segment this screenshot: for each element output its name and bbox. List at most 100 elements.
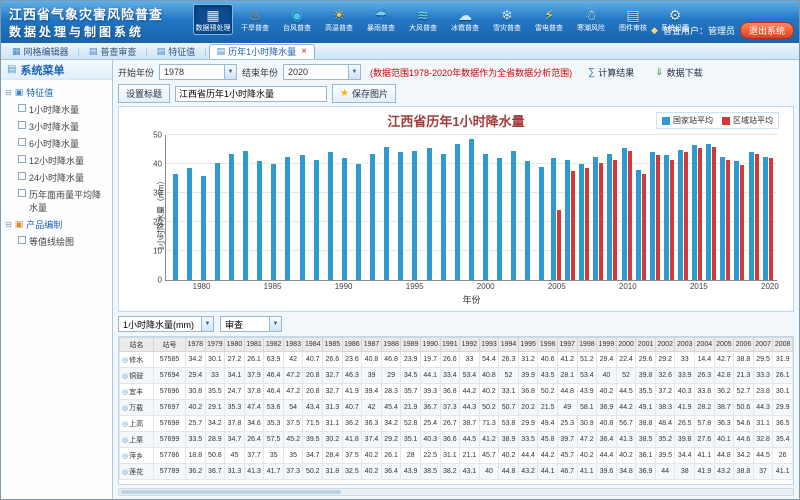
column-header[interactable]: 1988: [381, 338, 401, 352]
station-id-cell: 57786: [154, 448, 186, 464]
toolbar-item-map-review[interactable]: ▤图件审核: [613, 4, 653, 35]
set-title-button[interactable]: 设置标题: [118, 84, 170, 103]
column-header[interactable]: 1987: [362, 338, 382, 352]
toolbar-item-heat-survey[interactable]: ☀高温普查: [319, 4, 359, 35]
table-row-57585[interactable]: ◎修水5758534.230.127.226.163.94240.726.623…: [120, 352, 793, 368]
column-header[interactable]: 2004: [695, 338, 715, 352]
toolbar-item-lightning-survey[interactable]: ⚡雷电普查: [529, 4, 569, 35]
column-header[interactable]: 2002: [655, 338, 675, 352]
checkbox[interactable]: [18, 104, 26, 112]
value-cell: 36.3: [714, 416, 734, 432]
tab-1[interactable]: ▦网格编辑器: [5, 44, 76, 59]
end-year-select[interactable]: 2020 ▼: [283, 64, 361, 80]
column-header[interactable]: 1992: [460, 338, 480, 352]
toolbar-item-typhoon-survey[interactable]: ◉台风普查: [277, 4, 317, 35]
table-row-57694[interactable]: ◎铜鼓5769429.43334.137.946.447.220.832.746…: [120, 368, 793, 384]
tab-close-icon[interactable]: ×: [301, 46, 307, 57]
tree-item[interactable]: 等值线绘图: [3, 233, 110, 250]
chart-title-input[interactable]: [175, 86, 327, 102]
tree-item[interactable]: 24小时降水量: [3, 169, 110, 186]
scrollbar-thumb[interactable]: [121, 490, 341, 494]
review-filter-select[interactable]: 审查 ▼: [220, 316, 282, 332]
table-row-57698[interactable]: ◎上高5769825.734.237.834.635.337.571.531.1…: [120, 416, 793, 432]
column-header[interactable]: 1978: [186, 338, 206, 352]
column-header[interactable]: 站名: [120, 338, 154, 352]
tab-3[interactable]: ▤特征值: [150, 44, 203, 59]
checkbox[interactable]: [18, 236, 26, 244]
toolbar-item-data-preprocess[interactable]: ▦数据预处理: [193, 4, 233, 35]
checkbox[interactable]: [18, 138, 26, 146]
column-header[interactable]: 站号: [154, 338, 186, 352]
checkbox[interactable]: [18, 189, 26, 197]
column-header[interactable]: 1982: [264, 338, 284, 352]
column-header[interactable]: 2001: [636, 338, 656, 352]
column-header[interactable]: 1998: [577, 338, 597, 352]
checkbox[interactable]: [18, 172, 26, 180]
table-row-57699[interactable]: ◎上栗5769933.528.934.726.457.545.239.530.2…: [120, 432, 793, 448]
tree-item[interactable]: 3小时降水量: [3, 118, 110, 135]
column-header[interactable]: 1994: [499, 338, 519, 352]
column-header[interactable]: 2005: [714, 338, 734, 352]
column-header[interactable]: 2007: [753, 338, 773, 352]
tree-group-2[interactable]: ⊟▣产品编制: [3, 216, 110, 233]
column-header[interactable]: 1980: [225, 338, 245, 352]
tree-item[interactable]: 1小时降水量: [3, 101, 110, 118]
column-header[interactable]: 1981: [244, 338, 264, 352]
column-header[interactable]: 1990: [420, 338, 440, 352]
x-tick-label: 1985: [264, 282, 282, 291]
value-cell: 38.5: [636, 432, 656, 448]
column-header[interactable]: 1984: [303, 338, 323, 352]
chevron-down-icon[interactable]: ▼: [201, 317, 213, 331]
column-header[interactable]: 1995: [518, 338, 538, 352]
value-cell: 41.1: [695, 448, 715, 464]
table-row-57696[interactable]: ◎宜丰5769630.835.524.737.846.447.220.832.7…: [120, 384, 793, 400]
tree-group-1[interactable]: ⊟▣特征值: [3, 84, 110, 101]
start-year-select[interactable]: 1978 ▼: [159, 64, 237, 80]
column-header[interactable]: 1983: [283, 338, 303, 352]
tree-item[interactable]: 12小时降水量: [3, 152, 110, 169]
toolbar-item-cold-wave-survey[interactable]: ☃寒潮风险: [571, 4, 611, 35]
column-header[interactable]: 2000: [616, 338, 636, 352]
column-header[interactable]: 1989: [401, 338, 421, 352]
save-image-button[interactable]: ★ 保存图片: [332, 84, 396, 103]
column-header[interactable]: 1999: [597, 338, 617, 352]
calculate-button[interactable]: ∑ 计算结果: [583, 65, 639, 80]
toolbar-item-rainstorm-survey[interactable]: ☔暴雨普查: [361, 4, 401, 35]
toolbar-item-wind-survey[interactable]: ≋大风普查: [403, 4, 443, 35]
tab-2[interactable]: ▤普查审查: [82, 44, 144, 59]
checkbox[interactable]: [18, 121, 26, 129]
logout-button[interactable]: 退出系统: [740, 22, 794, 39]
value-cell: 21.3: [734, 368, 754, 384]
field-filter-select[interactable]: 1小时降水量(mm) ▼: [118, 316, 214, 332]
table-row-57697[interactable]: ◎万载5769740.229.135.347.453.65443.431.340…: [120, 400, 793, 416]
expand-icon[interactable]: ⊟: [5, 220, 12, 229]
horizontal-scrollbar[interactable]: [118, 488, 794, 496]
tab-4[interactable]: ▤历年1小时降水量×: [209, 44, 315, 59]
column-header[interactable]: 1993: [479, 338, 499, 352]
toolbar-item-hail-survey[interactable]: ☁冰雹普查: [445, 4, 485, 35]
tree-item[interactable]: 历年面雨量平均降水量: [3, 186, 110, 216]
column-header[interactable]: 2003: [675, 338, 695, 352]
toolbar-item-drought-survey[interactable]: ♨干旱普查: [235, 4, 275, 35]
chevron-down-icon[interactable]: ▼: [224, 65, 236, 79]
table-row-57789[interactable]: ◎莲花5778936.236.731.341.341.737.350.231.8…: [120, 464, 793, 480]
chevron-down-icon[interactable]: ▼: [269, 317, 281, 331]
chevron-down-icon[interactable]: ▼: [348, 65, 360, 79]
value-cell: 44.3: [753, 400, 773, 416]
column-header[interactable]: 1997: [557, 338, 577, 352]
toolbar-item-snow-survey[interactable]: ❄雪灾普查: [487, 4, 527, 35]
expand-icon[interactable]: ⊟: [5, 88, 12, 97]
download-button[interactable]: ⇓ 数据下载: [650, 65, 707, 80]
column-header[interactable]: 1986: [342, 338, 362, 352]
column-header[interactable]: 1979: [205, 338, 225, 352]
tree-item[interactable]: 6小时降水量: [3, 135, 110, 152]
column-header[interactable]: 2006: [734, 338, 754, 352]
column-header[interactable]: 2008: [773, 338, 793, 352]
wind-survey-icon: ≋: [417, 7, 429, 23]
column-header[interactable]: 1991: [440, 338, 460, 352]
column-header[interactable]: 1996: [538, 338, 558, 352]
table-row-57786[interactable]: ◎萍乡5778618.850.84537.7353534.728.437.540…: [120, 448, 793, 464]
year-slot-2010: [620, 135, 634, 280]
column-header[interactable]: 1985: [323, 338, 343, 352]
checkbox[interactable]: [18, 155, 26, 163]
